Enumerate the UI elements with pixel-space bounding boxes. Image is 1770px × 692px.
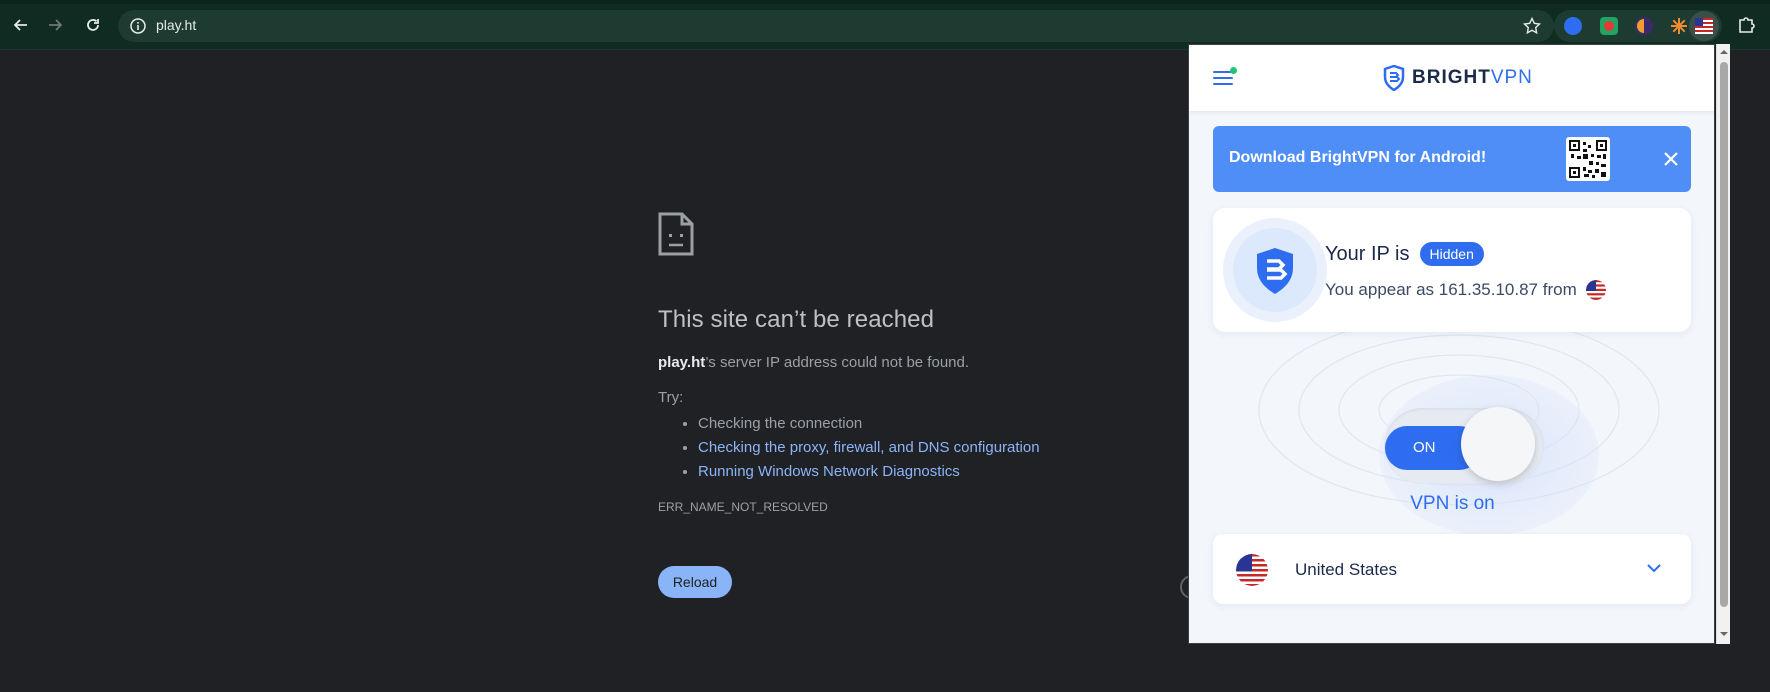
- reload-page-button[interactable]: Reload: [658, 566, 732, 598]
- proxy-firewall-link[interactable]: Checking the proxy, firewall, and DNS co…: [698, 439, 1040, 456]
- toggle-label: ON: [1413, 439, 1436, 456]
- tab-strip: [0, 0, 1770, 4]
- bright-vpn-shield-icon: [1383, 65, 1405, 91]
- bright-vpn-popup: BRIGHTVPN Download BrightVPN for Android…: [1188, 44, 1715, 644]
- country-selector[interactable]: United States: [1213, 534, 1691, 604]
- error-description-rest: ’s server IP address could not be found.: [705, 354, 970, 371]
- refresh-icon: [87, 19, 99, 31]
- scroll-down-icon[interactable]: [1720, 630, 1728, 638]
- us-flag-icon: [1236, 554, 1268, 586]
- brand-logo: BRIGHTVPN: [1383, 65, 1533, 91]
- popup-header: BRIGHTVPN: [1189, 45, 1714, 111]
- ip-label: Your IP is: [1325, 242, 1410, 265]
- shield-icon: [1257, 248, 1293, 294]
- try-label: Try:: [658, 389, 684, 406]
- popup-scrollbar[interactable]: [1716, 44, 1730, 644]
- notification-dot: [1230, 67, 1237, 74]
- extension-1-icon[interactable]: [1564, 17, 1582, 35]
- scroll-up-icon[interactable]: [1720, 48, 1728, 56]
- extensions-puzzle-icon[interactable]: [1736, 14, 1758, 36]
- extension-3-icon[interactable]: [1635, 17, 1653, 35]
- error-page: This site can’t be reached play.ht’s ser…: [658, 212, 1158, 598]
- suggestion-list: Checking the connection Checking the pro…: [698, 412, 1158, 484]
- android-download-banner[interactable]: Download BrightVPN for Android!: [1213, 126, 1691, 192]
- banner-text[interactable]: Download BrightVPN for Android!: [1229, 149, 1486, 167]
- us-flag-icon: [1585, 280, 1606, 300]
- toggle-knob[interactable]: [1461, 407, 1535, 481]
- address-bar[interactable]: play.ht: [118, 10, 1554, 42]
- ip-status-badge: Hidden: [1419, 242, 1484, 266]
- chevron-down-icon[interactable]: [1646, 562, 1662, 574]
- site-info-icon[interactable]: [128, 16, 148, 36]
- extension-2-icon[interactable]: [1600, 17, 1618, 35]
- error-title: This site can’t be reached: [658, 306, 935, 333]
- appear-as-text: You appear as 161.35.10.87 from: [1325, 280, 1577, 299]
- back-button[interactable]: [8, 12, 34, 38]
- bright-vpn-flag-extension-icon[interactable]: [1689, 11, 1719, 41]
- browser-toolbar: play.ht: [0, 0, 1770, 50]
- vpn-status-text: VPN is on: [1410, 493, 1495, 514]
- ip-status-card: Your IP is Hidden You appear as 161.35.1…: [1213, 208, 1691, 332]
- error-host: play.ht: [658, 354, 706, 371]
- forward-button[interactable]: [42, 12, 68, 38]
- appear-as-row: You appear as 161.35.10.87 from: [1325, 280, 1606, 300]
- country-name[interactable]: United States: [1295, 560, 1397, 580]
- bookmark-star-icon[interactable]: [1522, 16, 1542, 36]
- brand-name: BRIGHTVPN: [1412, 67, 1533, 88]
- extensions-group: [1554, 10, 1722, 42]
- url-text[interactable]: play.ht: [156, 17, 196, 33]
- arrow-right-icon: [49, 19, 63, 31]
- scrollbar-thumb[interactable]: [1720, 62, 1728, 607]
- shield-badge: [1223, 218, 1327, 322]
- error-description: play.ht’s server IP address could not be…: [658, 354, 1158, 371]
- qr-code-icon: [1566, 137, 1610, 181]
- network-diagnostics-link[interactable]: Running Windows Network Diagnostics: [698, 463, 960, 480]
- suggestion-item: Checking the connection: [698, 412, 1158, 436]
- suggestion-item[interactable]: Checking the proxy, firewall, and DNS co…: [698, 436, 1158, 460]
- reload-button[interactable]: [80, 12, 106, 38]
- ip-label-row: Your IP is Hidden: [1325, 242, 1484, 266]
- extension-4-icon[interactable]: [1670, 17, 1688, 35]
- menu-button[interactable]: [1213, 67, 1237, 87]
- error-code: ERR_NAME_NOT_RESOLVED: [658, 500, 828, 514]
- sad-page-icon: [658, 212, 694, 256]
- suggestion-item[interactable]: Running Windows Network Diagnostics: [698, 460, 1158, 484]
- close-icon[interactable]: [1660, 148, 1682, 170]
- arrow-left-icon: [13, 19, 27, 31]
